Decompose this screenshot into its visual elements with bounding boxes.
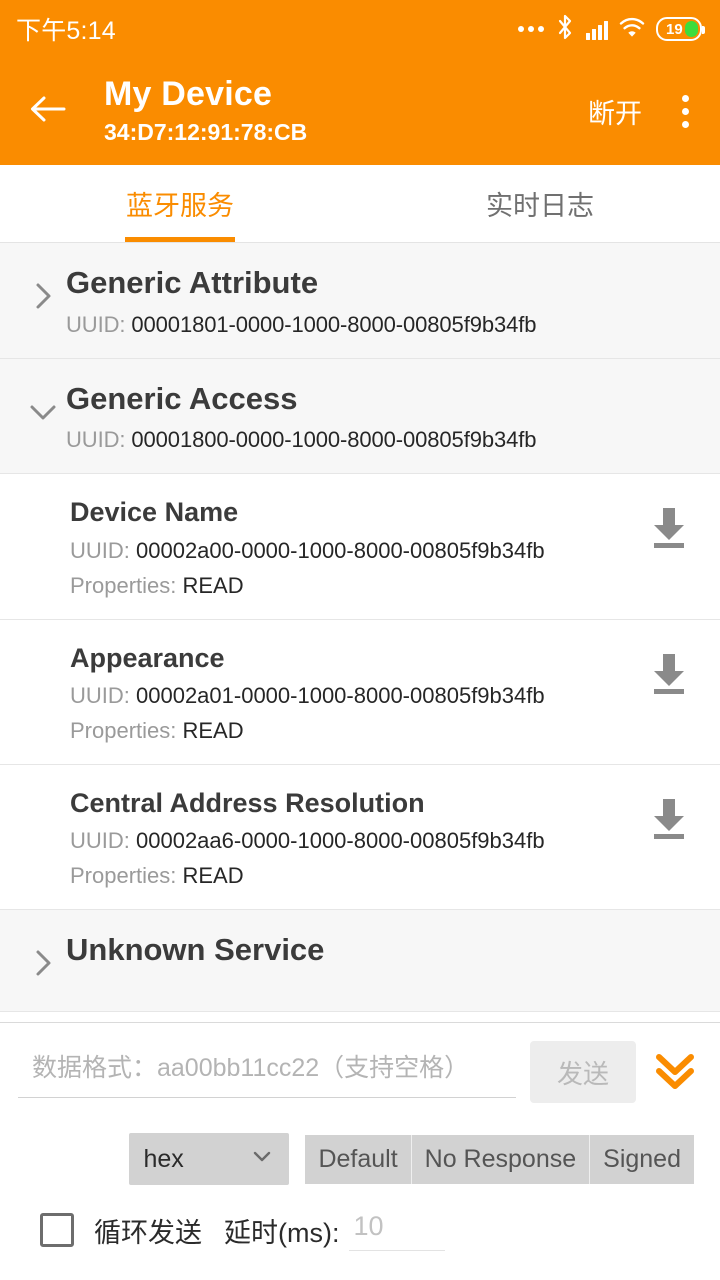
format-select[interactable]: hex (129, 1133, 290, 1185)
data-input[interactable] (18, 1046, 516, 1098)
properties-label: Properties: (70, 863, 183, 889)
service-text: Unknown Service (66, 932, 700, 968)
chevron-down-icon (249, 1143, 275, 1176)
properties-value: READ (182, 863, 244, 889)
send-button[interactable]: 发送 (530, 1041, 636, 1103)
write-type-no-response[interactable]: No Response (411, 1134, 591, 1184)
characteristic-row[interactable]: Device Name UUID: 00002a00-0000-1000-800… (0, 474, 720, 620)
wifi-icon (619, 16, 645, 43)
characteristic-row[interactable]: Appearance UUID: 00002a01-0000-1000-8000… (0, 619, 720, 766)
write-type-segmented-control: Default No Response Signed (305, 1134, 694, 1184)
uuid-value: 00001800-0000-1000-8000-00805f9b34fb (131, 427, 537, 453)
service-row[interactable]: Generic Attribute UUID: 00001801-0000-10… (0, 243, 720, 359)
uuid-value: 00002a00-0000-1000-8000-00805f9b34fb (136, 537, 545, 563)
send-row: 发送 (18, 1041, 702, 1103)
characteristic-row[interactable]: Central Address Resolution UUID: 00002aa… (0, 765, 720, 911)
uuid-value: 00002a01-0000-1000-8000-00805f9b34fb (136, 683, 545, 709)
properties-value: READ (182, 572, 244, 598)
characteristic-uuid: UUID: 00002aa6-0000-1000-8000-00805f9b34… (70, 828, 642, 854)
device-address: 34:D7:12:91:78:CB (104, 118, 308, 145)
signal-icon (586, 18, 608, 40)
status-icon-tray: 19 (518, 14, 705, 45)
service-row[interactable]: Unknown Service (0, 910, 720, 1013)
uuid-label: UUID: (70, 537, 136, 563)
uuid-label: UUID: (70, 828, 136, 854)
app-bar-titles: My Device 34:D7:12:91:78:CB (104, 75, 588, 147)
service-text: Generic Attribute UUID: 00001801-0000-10… (66, 265, 700, 338)
double-chevron-down-icon[interactable] (636, 1043, 702, 1102)
characteristic-properties: Properties: READ (70, 863, 642, 889)
properties-label: Properties: (70, 572, 183, 598)
battery-icon: 19 (656, 17, 705, 41)
service-name: Unknown Service (66, 932, 325, 968)
format-select-value: hex (143, 1144, 184, 1173)
uuid-label: UUID: (66, 427, 132, 453)
delay-input[interactable] (349, 1209, 446, 1251)
properties-label: Properties: (70, 718, 183, 744)
chevron-right-icon[interactable] (20, 932, 66, 991)
back-arrow-icon[interactable] (26, 87, 70, 136)
loop-send-row: 循环发送 延时(ms): (18, 1209, 702, 1251)
battery-level: 19 (666, 20, 683, 38)
tab-bar: 蓝牙服务 实时日志 (0, 165, 720, 243)
characteristic-text: Central Address Resolution UUID: 00002aa… (70, 787, 642, 889)
kebab-menu-icon[interactable] (670, 90, 700, 134)
characteristic-uuid: UUID: 00002a01-0000-1000-8000-00805f9b34… (70, 683, 642, 709)
uuid-label: UUID: (70, 683, 136, 709)
characteristic-properties: Properties: READ (70, 573, 642, 599)
bluetooth-icon (555, 14, 575, 45)
service-uuid: UUID: 00001800-0000-1000-8000-00805f9b34… (66, 427, 700, 453)
service-text: Generic Access UUID: 00001800-0000-1000-… (66, 381, 700, 454)
characteristic-name: Device Name (70, 497, 239, 528)
loop-send-checkbox[interactable] (40, 1213, 74, 1247)
properties-value: READ (182, 718, 244, 744)
characteristic-properties: Properties: READ (70, 718, 642, 744)
page-title: My Device (104, 75, 273, 114)
characteristic-text: Device Name UUID: 00002a00-0000-1000-800… (70, 496, 642, 598)
status-clock: 下午5:14 (16, 17, 116, 45)
delay-label: 延时(ms): (224, 1217, 340, 1248)
disconnect-button[interactable]: 断开 (588, 92, 642, 131)
tab-realtime-log[interactable]: 实时日志 (360, 165, 720, 242)
status-bar: 下午5:14 19 (0, 0, 720, 58)
write-type-signed[interactable]: Signed (590, 1134, 694, 1184)
app-screen: 下午5:14 19 My Device 34:D7:12:91:78:CB 断开… (0, 0, 720, 1280)
characteristic-text: Appearance UUID: 00002a01-0000-1000-8000… (70, 642, 642, 744)
characteristic-name: Appearance (70, 642, 225, 673)
download-icon[interactable] (642, 642, 700, 705)
tab-bluetooth-services[interactable]: 蓝牙服务 (0, 165, 360, 242)
download-icon[interactable] (642, 496, 700, 559)
write-panel: 发送 hex Default No Response Signed (0, 1022, 720, 1280)
uuid-value: 00001801-0000-1000-8000-00805f9b34fb (131, 311, 537, 337)
chevron-down-icon[interactable] (20, 381, 66, 440)
service-name: Generic Access (66, 380, 298, 416)
options-row: hex Default No Response Signed (18, 1133, 702, 1185)
uuid-label: UUID: (66, 311, 132, 337)
service-name: Generic Attribute (66, 265, 319, 300)
write-type-default[interactable]: Default (305, 1134, 412, 1184)
service-uuid: UUID: 00001801-0000-1000-8000-00805f9b34… (66, 312, 700, 338)
uuid-value: 00002aa6-0000-1000-8000-00805f9b34fb (136, 828, 545, 854)
characteristic-uuid: UUID: 00002a00-0000-1000-8000-00805f9b34… (70, 538, 642, 564)
more-dots-icon (518, 26, 544, 32)
app-bar: My Device 34:D7:12:91:78:CB 断开 (0, 58, 720, 165)
service-row[interactable]: Generic Access UUID: 00001800-0000-1000-… (0, 358, 720, 475)
chevron-right-icon[interactable] (20, 265, 66, 324)
loop-send-label: 循环发送 (94, 1217, 202, 1248)
download-icon[interactable] (642, 787, 700, 850)
characteristic-name: Central Address Resolution (70, 788, 425, 819)
